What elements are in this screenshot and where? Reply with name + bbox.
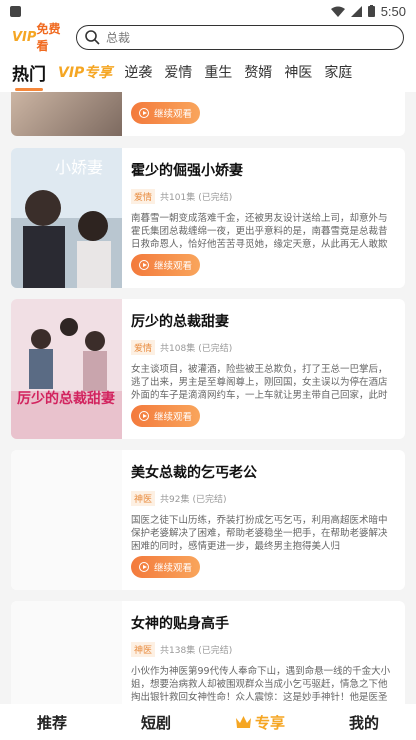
genre-tag: 爱情 bbox=[131, 189, 156, 204]
play-icon bbox=[139, 260, 149, 270]
logo-vip: VIP bbox=[12, 29, 37, 45]
finished-status: (已完结) bbox=[192, 495, 227, 505]
drama-title: 美女总裁的乞丐老公 bbox=[131, 465, 257, 481]
play-icon bbox=[139, 411, 149, 421]
episode-count: 共101集 bbox=[160, 193, 196, 203]
episode-count: 共138集 bbox=[160, 646, 196, 656]
episode-count: 共92集 bbox=[160, 495, 190, 505]
app-logo: VIP 免费看 bbox=[12, 20, 72, 54]
drama-card[interactable]: 厉少的总裁甜妻 厉少的总裁甜妻 爱情 共108集 (已完结) 女主谈项目，被灌酒… bbox=[11, 299, 405, 439]
drama-meta: 爱情 共108集 (已完结) bbox=[131, 340, 395, 355]
drama-info: 厉少的总裁甜妻 爱情 共108集 (已完结) 女主谈项目，被灌酒，险些被王总欺负… bbox=[131, 311, 395, 402]
battery-icon bbox=[367, 5, 375, 17]
nav-mine[interactable]: 我的 bbox=[312, 712, 416, 733]
drama-cover: 厉少的总裁甜妻 bbox=[11, 299, 122, 439]
nav-short-drama[interactable]: 短剧 bbox=[104, 712, 208, 733]
drama-info: 霍少的倔强小娇妻 爱情 共101集 (已完结) 南暮雪一朝变成落难千金，还被男友… bbox=[131, 160, 395, 251]
drama-description: 小伙作为神医第99代传人奉命下山，遇到命悬一线的千金大小姐，想要治病救人却被围观… bbox=[131, 666, 391, 703]
continue-watch-button[interactable]: 继续观看 bbox=[131, 102, 200, 124]
drama-cover bbox=[11, 450, 122, 590]
tab-family[interactable]: 家庭 bbox=[324, 62, 352, 82]
tab-vip[interactable]: VIP专享 bbox=[58, 62, 112, 82]
crown-icon bbox=[235, 716, 251, 728]
drama-title: 女神的贴身高手 bbox=[131, 616, 229, 632]
drama-meta: 神医 共138集 (已完结) bbox=[131, 642, 395, 657]
drama-title: 厉少的总裁甜妻 bbox=[131, 314, 229, 330]
tab-counterattack[interactable]: 逆袭 bbox=[124, 62, 152, 82]
cover-title: 小娇妻 bbox=[55, 158, 104, 177]
tab-rebirth[interactable]: 重生 bbox=[204, 62, 232, 82]
drama-description: 南暮雪一朝变成落难千金，还被男友设计送给上司，却意外与霍氏集团总裁缠绵一夜，更出… bbox=[131, 213, 388, 250]
cover-title: 厉少的总裁甜妻 bbox=[17, 391, 115, 407]
logo-text: 免费看 bbox=[36, 22, 61, 53]
status-bar: 5:50 bbox=[0, 0, 416, 22]
search-icon bbox=[85, 29, 100, 45]
nav-exclusive[interactable]: 专享 bbox=[208, 712, 312, 733]
drama-meta: 神医 共92集 (已完结) bbox=[131, 491, 395, 506]
notification-icon bbox=[10, 5, 21, 17]
drama-list[interactable]: 继续观看 小娇妻 霍少的倔强小娇妻 爱情 共101集 (已完结) 南暮雪一朝变成… bbox=[0, 92, 416, 704]
drama-cover bbox=[11, 601, 122, 704]
play-icon bbox=[139, 562, 149, 572]
wifi-icon bbox=[330, 6, 345, 17]
tab-hot[interactable]: 热门 bbox=[12, 60, 46, 91]
genre-tag: 神医 bbox=[131, 642, 156, 657]
drama-meta: 爱情 共101集 (已完结) bbox=[131, 189, 395, 204]
tab-doctor[interactable]: 神医 bbox=[284, 62, 312, 82]
drama-cover: 小娇妻 bbox=[11, 148, 122, 288]
drama-cover bbox=[11, 92, 122, 136]
finished-status: (已完结) bbox=[198, 646, 233, 656]
drama-description: 女主谈项目，被灌酒，险些被王总欺负，打了王总一巴掌后，逃了出来，男主是至尊阁尊上… bbox=[131, 364, 388, 401]
finished-status: (已完结) bbox=[198, 344, 233, 354]
drama-info: 女神的贴身高手 神医 共138集 (已完结) 小伙作为神医第99代传人奉命下山，… bbox=[131, 613, 395, 704]
episode-count: 共108集 bbox=[160, 344, 196, 354]
search-placeholder: 总裁 bbox=[106, 30, 131, 45]
genre-tag: 神医 bbox=[131, 491, 156, 506]
category-tabs: 热门 VIP专享 逆袭 爱情 重生 赘婿 神医 家庭 bbox=[0, 52, 416, 92]
nav-recommend[interactable]: 推荐 bbox=[0, 712, 104, 733]
drama-card[interactable]: 美女总裁的乞丐老公 神医 共92集 (已完结) 国医之徒下山历练，乔装打扮成乞丐… bbox=[11, 450, 405, 590]
bottom-nav: 推荐 短剧 专享 我的 bbox=[0, 704, 416, 740]
finished-status: (已完结) bbox=[198, 193, 233, 203]
continue-watch-button[interactable]: 继续观看 bbox=[131, 254, 200, 276]
drama-card[interactable]: 小娇妻 霍少的倔强小娇妻 爱情 共101集 (已完结) 南暮雪一朝变成落难千金，… bbox=[11, 148, 405, 288]
signal-icon bbox=[350, 5, 362, 17]
status-time: 5:50 bbox=[380, 3, 406, 19]
genre-tag: 爱情 bbox=[131, 340, 156, 355]
tab-son-in-law[interactable]: 赘婿 bbox=[244, 62, 272, 82]
tab-romance[interactable]: 爱情 bbox=[164, 62, 192, 82]
continue-watch-button[interactable]: 继续观看 bbox=[131, 405, 200, 427]
drama-title: 霍少的倔强小娇妻 bbox=[131, 163, 243, 179]
drama-card[interactable]: 女神的贴身高手 神医 共138集 (已完结) 小伙作为神医第99代传人奉命下山，… bbox=[11, 601, 405, 704]
drama-description: 国医之徒下山历练，乔装打扮成乞丐乞丐，利用高超医术暗中保护老婆解决了困难，帮助老… bbox=[131, 515, 388, 552]
header: VIP 免费看 总裁 bbox=[0, 20, 416, 54]
drama-info: 美女总裁的乞丐老公 神医 共92集 (已完结) 国医之徒下山历练，乔装打扮成乞丐… bbox=[131, 462, 395, 553]
play-icon bbox=[139, 108, 149, 118]
continue-watch-button[interactable]: 继续观看 bbox=[131, 556, 200, 578]
drama-card[interactable]: 继续观看 bbox=[11, 92, 405, 136]
search-input[interactable]: 总裁 bbox=[76, 24, 404, 50]
